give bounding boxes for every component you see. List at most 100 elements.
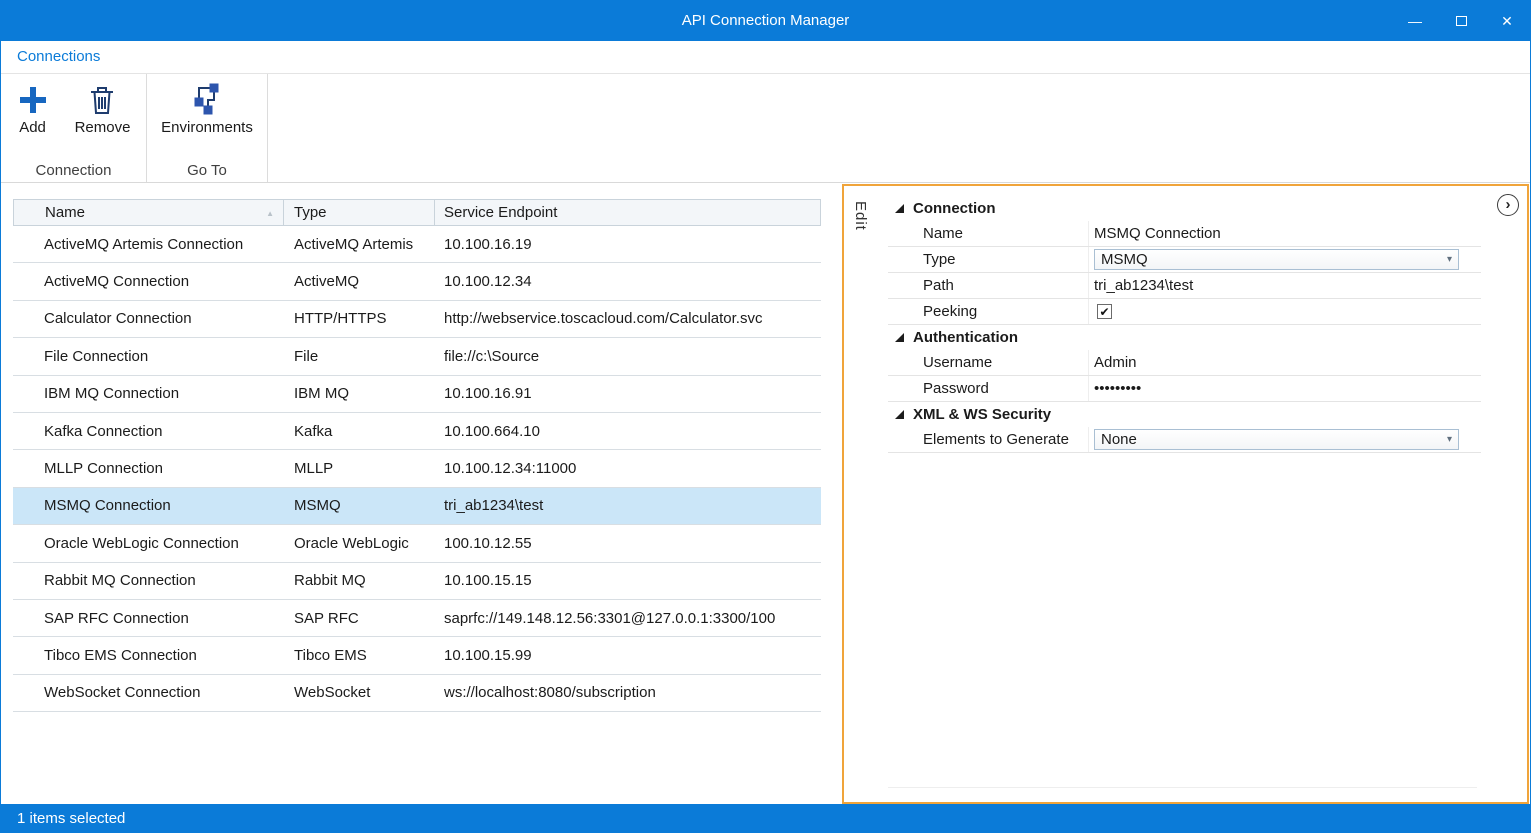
table-row[interactable]: File Connection File file://c:\Source <box>13 338 821 375</box>
environments-button[interactable]: Environments <box>161 80 253 136</box>
table-row[interactable]: WebSocket Connection WebSocket ws://loca… <box>13 675 821 712</box>
table-row[interactable]: Oracle WebLogic Connection Oracle WebLog… <box>13 525 821 562</box>
field-row-elements-to-generate: Elements to Generate None ▾ <box>888 427 1481 453</box>
name-input[interactable]: MSMQ Connection <box>1088 221 1481 246</box>
field-name-label: Name <box>888 225 1088 242</box>
field-row-password: Password ••••••••• <box>888 376 1481 402</box>
remove-button-label: Remove <box>75 119 131 136</box>
table-row[interactable]: IBM MQ Connection IBM MQ 10.100.16.91 <box>13 376 821 413</box>
column-header-name[interactable]: Name ▲ <box>13 199 284 226</box>
cell-endpoint: 10.100.16.91 <box>435 385 821 402</box>
close-icon: ✕ <box>1501 13 1513 30</box>
chevron-down-icon: ▾ <box>1447 254 1458 265</box>
remove-button[interactable]: Remove <box>75 80 131 136</box>
field-row-type: Type MSMQ ▾ <box>888 247 1481 273</box>
cell-name: MSMQ Connection <box>13 497 284 514</box>
section-connection[interactable]: Connection <box>888 196 1481 221</box>
app-window: API Connection Manager — ✕ Connections A… <box>0 0 1531 833</box>
cell-name: SAP RFC Connection <box>13 610 284 627</box>
status-text: 1 items selected <box>17 810 125 827</box>
remove-icon <box>86 80 118 116</box>
table-row[interactable]: SAP RFC Connection SAP RFC saprfc://149.… <box>13 600 821 637</box>
section-xml-ws-security[interactable]: XML & WS Security <box>888 402 1481 427</box>
cell-type: IBM MQ <box>284 385 435 402</box>
field-type-value: MSMQ ▾ <box>1088 247 1481 272</box>
table-row[interactable]: Kafka Connection Kafka 10.100.664.10 <box>13 413 821 450</box>
cell-type: Rabbit MQ <box>284 572 435 589</box>
add-icon <box>17 80 49 116</box>
cell-name: ActiveMQ Artemis Connection <box>13 236 284 253</box>
cell-type: Tibco EMS <box>284 647 435 664</box>
field-username-label: Username <box>888 354 1088 371</box>
cell-endpoint: tri_ab1234\test <box>435 497 821 514</box>
cell-name: Calculator Connection <box>13 310 284 327</box>
field-row-path: Path tri_ab1234\test <box>888 273 1481 299</box>
expander-icon <box>895 333 904 342</box>
add-button[interactable]: Add <box>17 80 49 136</box>
elements-dropdown-value: None <box>1101 431 1137 448</box>
field-row-peeking: Peeking ✔ <box>888 299 1481 325</box>
table-row[interactable]: Calculator Connection HTTP/HTTPS http://… <box>13 301 821 338</box>
ribbon-group-connection-label: Connection <box>1 162 146 179</box>
cell-endpoint: 10.100.12.34:11000 <box>435 460 821 477</box>
cell-type: Oracle WebLogic <box>284 535 435 552</box>
cell-type: ActiveMQ Artemis <box>284 236 435 253</box>
column-header-type-label: Type <box>294 204 327 221</box>
minimize-button[interactable]: — <box>1392 1 1438 41</box>
maximize-button[interactable] <box>1438 1 1484 41</box>
column-header-endpoint-label: Service Endpoint <box>444 204 557 221</box>
field-path-label: Path <box>888 277 1088 294</box>
cell-type: Kafka <box>284 423 435 440</box>
collapse-panel-button[interactable]: › <box>1497 194 1519 216</box>
type-dropdown[interactable]: MSMQ ▾ <box>1094 249 1459 270</box>
window-controls: — ✕ <box>1392 1 1530 41</box>
password-input[interactable]: ••••••••• <box>1088 376 1481 401</box>
field-row-username: Username Admin <box>888 350 1481 376</box>
chevron-right-icon: › <box>1506 197 1511 212</box>
table-row-selected[interactable]: MSMQ Connection MSMQ tri_ab1234\test <box>13 488 821 525</box>
close-button[interactable]: ✕ <box>1484 1 1530 41</box>
section-connection-label: Connection <box>913 200 996 217</box>
type-dropdown-value: MSMQ <box>1101 251 1148 268</box>
expander-icon <box>895 204 904 213</box>
expander-icon <box>895 410 904 419</box>
table-row[interactable]: ActiveMQ Artemis Connection ActiveMQ Art… <box>13 226 821 263</box>
field-password-label: Password <box>888 380 1088 397</box>
table-row[interactable]: MLLP Connection MLLP 10.100.12.34:11000 <box>13 450 821 487</box>
column-header-endpoint[interactable]: Service Endpoint <box>435 199 821 226</box>
cell-name: MLLP Connection <box>13 460 284 477</box>
maximize-icon <box>1456 16 1467 26</box>
column-header-name-label: Name <box>45 204 85 221</box>
ribbon-group-goto: Environments Go To <box>147 74 268 182</box>
window-title: API Connection Manager <box>1 1 1530 41</box>
table-row[interactable]: Rabbit MQ Connection Rabbit MQ 10.100.15… <box>13 563 821 600</box>
field-peeking-value: ✔ <box>1088 299 1481 324</box>
status-bar: 1 items selected <box>1 804 1530 832</box>
elements-to-generate-dropdown[interactable]: None ▾ <box>1094 429 1459 450</box>
property-grid: Connection Name MSMQ Connection Type MSM… <box>888 196 1481 453</box>
cell-endpoint: 10.100.15.15 <box>435 572 821 589</box>
cell-name: Oracle WebLogic Connection <box>13 535 284 552</box>
main-area: Name ▲ Type Service Endpoint ActiveMQ Ar… <box>1 183 1530 804</box>
connections-table: Name ▲ Type Service Endpoint ActiveMQ Ar… <box>13 199 821 712</box>
table-row[interactable]: ActiveMQ Connection ActiveMQ 10.100.12.3… <box>13 263 821 300</box>
cell-name: IBM MQ Connection <box>13 385 284 402</box>
table-row[interactable]: Tibco EMS Connection Tibco EMS 10.100.15… <box>13 637 821 674</box>
cell-name: Kafka Connection <box>13 423 284 440</box>
cell-endpoint: 100.10.12.55 <box>435 535 821 552</box>
column-header-type[interactable]: Type <box>284 199 435 226</box>
username-input[interactable]: Admin <box>1088 350 1481 375</box>
section-authentication[interactable]: Authentication <box>888 325 1481 350</box>
table-header: Name ▲ Type Service Endpoint <box>13 199 821 226</box>
path-input[interactable]: tri_ab1234\test <box>1088 273 1481 298</box>
cell-endpoint: saprfc://149.148.12.56:3301@127.0.0.1:33… <box>435 610 821 627</box>
cell-name: WebSocket Connection <box>13 684 284 701</box>
section-authentication-label: Authentication <box>913 329 1018 346</box>
ribbon: Add Remove Connection <box>1 74 1530 183</box>
peeking-checkbox[interactable]: ✔ <box>1097 304 1112 319</box>
tab-connections[interactable]: Connections <box>17 41 100 73</box>
field-peeking-label: Peeking <box>888 303 1088 320</box>
title-bar: API Connection Manager — ✕ <box>1 1 1530 41</box>
cell-type: MLLP <box>284 460 435 477</box>
cell-endpoint: 10.100.664.10 <box>435 423 821 440</box>
